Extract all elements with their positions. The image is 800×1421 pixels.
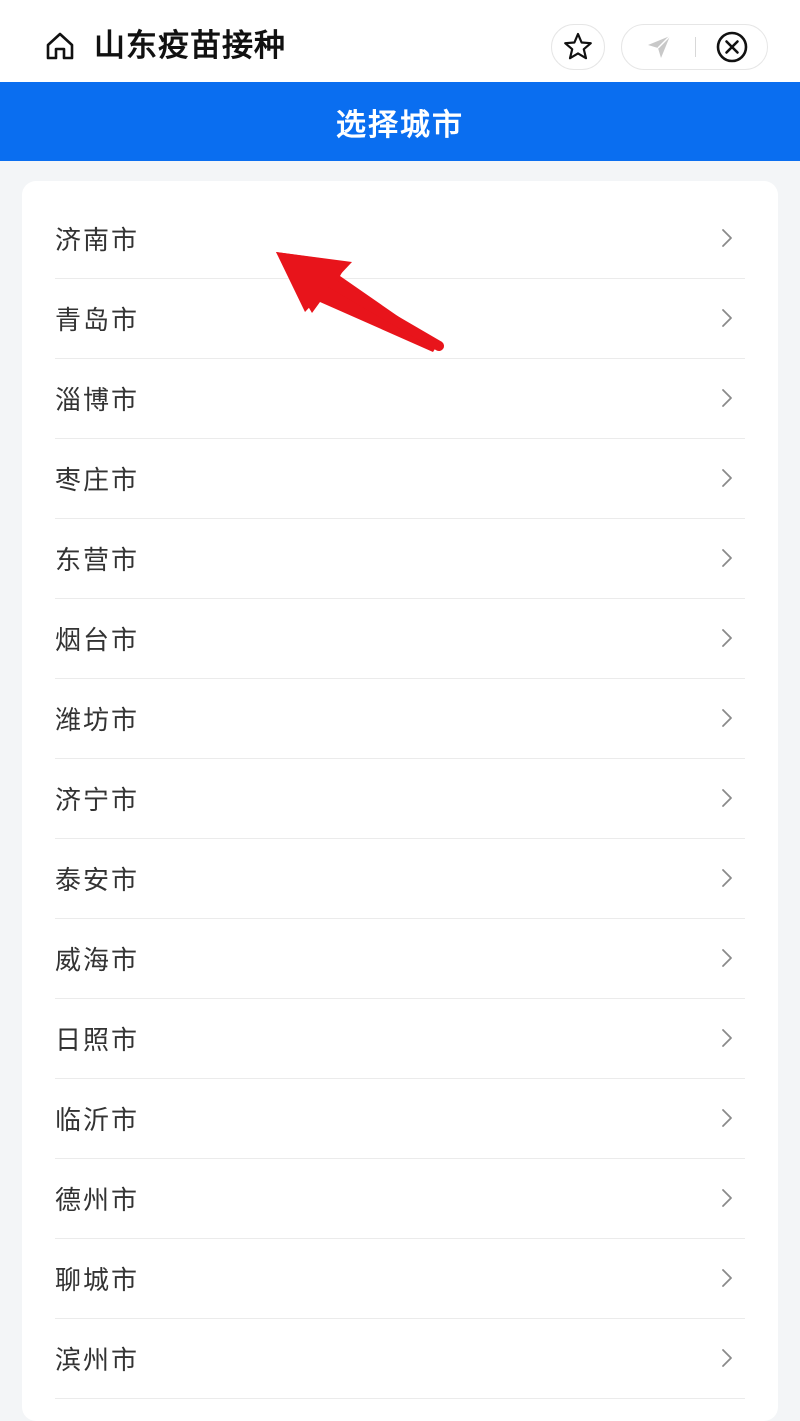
city-list-item[interactable]: 潍坊市 [55,679,745,759]
chevron-right-icon [722,1349,732,1367]
city-name: 德州市 [55,1186,140,1216]
share-icon [647,35,671,58]
chevron-right-icon [722,229,732,247]
city-name: 潍坊市 [55,706,140,736]
chevron-right-icon [722,549,732,567]
city-list-item[interactable]: 临沂市 [55,1079,745,1159]
close-icon [716,31,747,63]
city-name: 青岛市 [55,306,140,336]
city-name: 烟台市 [55,626,140,656]
city-name: 枣庄市 [55,466,140,496]
city-list-item[interactable]: 烟台市 [55,599,745,679]
city-name: 淄博市 [55,386,140,416]
chevron-right-icon [722,949,732,967]
city-list-item[interactable]: 日照市 [55,999,745,1079]
city-name: 聊城市 [55,1266,140,1296]
city-list-item[interactable]: 济宁市 [55,759,745,839]
app-title: 山东疫苗接种 [94,28,286,64]
city-list-card: 济南市青岛市淄博市枣庄市东营市烟台市潍坊市济宁市泰安市威海市日照市临沂市德州市聊… [22,181,778,1421]
chevron-right-icon [722,1189,732,1207]
chevron-right-icon [722,629,732,647]
city-list-item[interactable]: 滨州市 [55,1319,745,1399]
chevron-right-icon [722,869,732,887]
city-name: 滨州市 [55,1346,140,1376]
page-header: 选择城市 [0,82,800,161]
mini-program-capsule [621,24,768,70]
city-list-item[interactable]: 淄博市 [55,359,745,439]
city-list-item[interactable]: 威海市 [55,919,745,999]
chevron-right-icon [722,309,732,327]
page-title: 选择城市 [336,107,464,143]
city-list-item[interactable]: 泰安市 [55,839,745,919]
chevron-right-icon [722,469,732,487]
city-list-item[interactable]: 聊城市 [55,1239,745,1319]
city-list-item[interactable]: 青岛市 [55,279,745,359]
city-name: 东营市 [55,546,140,576]
city-name: 济宁市 [55,786,140,816]
city-name: 泰安市 [55,866,140,896]
city-list-item[interactable]: 济南市 [55,199,745,279]
city-list: 济南市青岛市淄博市枣庄市东营市烟台市潍坊市济宁市泰安市威海市日照市临沂市德州市聊… [22,181,778,1399]
city-name: 临沂市 [55,1106,140,1136]
home-icon[interactable] [44,30,76,62]
city-list-item[interactable]: 德州市 [55,1159,745,1239]
city-list-item[interactable]: 东营市 [55,519,745,599]
city-name: 济南市 [55,226,140,256]
chevron-right-icon [722,1029,732,1047]
chevron-right-icon [722,789,732,807]
chevron-right-icon [722,1269,732,1287]
mini-program-top-bar: 山东疫苗接种 [0,0,800,82]
chevron-right-icon [722,1109,732,1127]
chevron-right-icon [722,389,732,407]
city-name: 威海市 [55,946,140,976]
city-list-item[interactable]: 枣庄市 [55,439,745,519]
chevron-right-icon [722,709,732,727]
share-button[interactable] [622,25,695,69]
star-icon [564,32,592,60]
close-button[interactable] [696,25,767,69]
favorite-button[interactable] [551,24,605,70]
city-name: 日照市 [55,1026,140,1056]
